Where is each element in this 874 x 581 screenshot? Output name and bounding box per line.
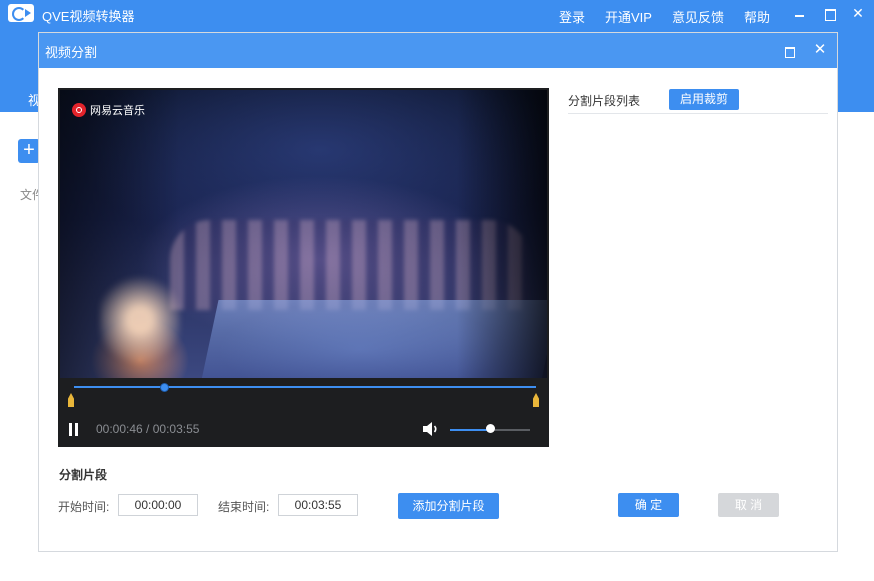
enable-crop-button[interactable]: 启用裁剪 <box>669 89 739 110</box>
time-display: 00:00:46 / 00:03:55 <box>96 422 199 436</box>
segment-start-marker[interactable] <box>68 393 74 407</box>
app-title: QVE视频转换器 <box>42 9 135 24</box>
start-time-input[interactable] <box>118 494 198 516</box>
cancel-button[interactable]: 取 消 <box>718 493 779 517</box>
volume-icon[interactable] <box>422 421 440 437</box>
maximize-icon[interactable] <box>822 6 836 21</box>
dialog-header: 视频分割 ✕ <box>39 33 837 68</box>
menu-vip[interactable]: 开通VIP <box>605 7 652 26</box>
add-file-button[interactable]: + <box>18 139 40 163</box>
menu-help[interactable]: 帮助 <box>744 7 770 26</box>
video-split-dialog: 视频分割 ✕ 网易云音乐 00:00:46 / 00:03:55 分割片段列表 … <box>38 32 838 552</box>
app-logo-icon <box>8 4 34 22</box>
app-menu: 登录 开通VIP 意见反馈 帮助 <box>559 7 770 26</box>
video-lights <box>100 270 180 370</box>
dialog-close-icon[interactable]: ✕ <box>812 42 828 58</box>
menu-login[interactable]: 登录 <box>559 7 585 26</box>
volume-handle[interactable] <box>485 424 495 433</box>
close-icon[interactable]: ✕ <box>851 6 865 20</box>
segment-list-label: 分割片段列表 <box>568 94 641 108</box>
video-stage <box>201 300 547 378</box>
segment-heading: 分割片段 <box>59 468 108 482</box>
dialog-title: 视频分割 <box>45 45 98 60</box>
pause-icon[interactable] <box>68 423 80 436</box>
time-separator: / <box>142 422 153 436</box>
segment-end-marker[interactable] <box>533 393 539 407</box>
volume-fill <box>450 429 490 431</box>
current-time: 00:00:46 <box>96 422 143 436</box>
video-frame[interactable]: 网易云音乐 <box>60 90 547 378</box>
end-time-label: 结束时间: <box>218 500 270 514</box>
start-time-label: 开始时间: <box>58 500 110 514</box>
watermark: 网易云音乐 <box>72 102 145 118</box>
end-time-input[interactable] <box>278 494 358 516</box>
confirm-button[interactable]: 确 定 <box>618 493 679 517</box>
total-time: 00:03:55 <box>152 422 200 436</box>
playhead-handle[interactable] <box>160 383 170 392</box>
add-segment-button[interactable]: 添加分割片段 <box>398 493 499 519</box>
video-player: 网易云音乐 00:00:46 / 00:03:55 <box>58 88 549 447</box>
netease-music-icon <box>72 103 86 117</box>
segment-list-divider <box>568 113 828 114</box>
menu-feedback[interactable]: 意见反馈 <box>672 7 724 26</box>
timeline-track[interactable] <box>74 386 536 388</box>
minimize-icon[interactable] <box>793 6 807 20</box>
dialog-maximize-icon[interactable] <box>782 44 796 58</box>
watermark-text: 网易云音乐 <box>90 105 145 117</box>
video-crowd <box>170 220 530 310</box>
